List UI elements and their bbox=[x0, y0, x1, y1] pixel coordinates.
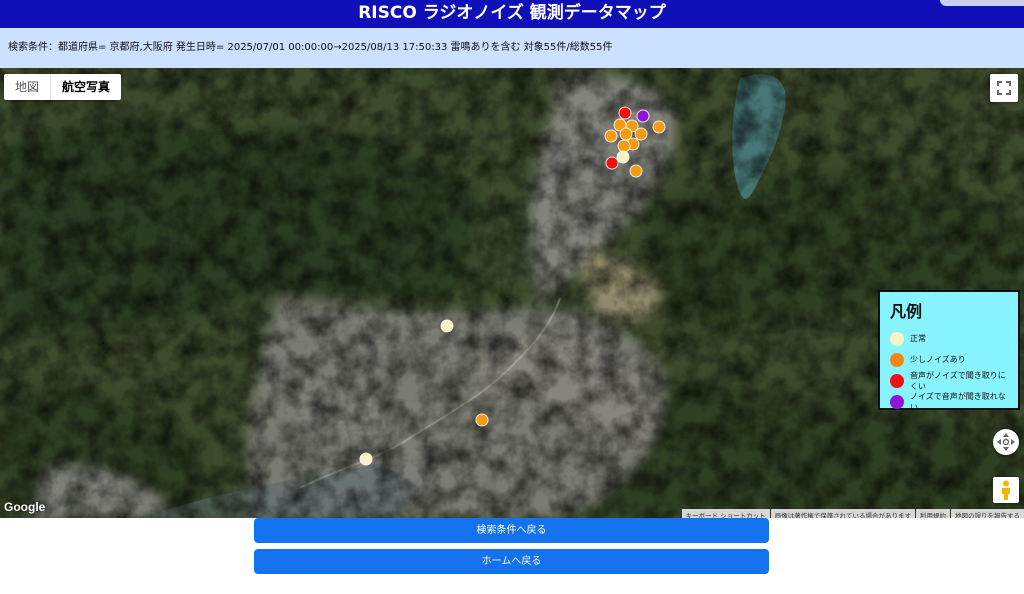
map-attribution: キーボード ショートカット 画像は著作権で保護されている場合があります 利用規約… bbox=[681, 509, 1024, 518]
back-to-home-button[interactable]: ホームへ戻る bbox=[254, 549, 769, 574]
legend-swatch-normal bbox=[890, 331, 904, 346]
legend-label: 正常 bbox=[910, 334, 926, 343]
legend-label: ノイズで音声が聞き取れない bbox=[910, 391, 1006, 412]
observation-marker[interactable] bbox=[652, 120, 666, 134]
search-conditions: 検索条件：都道府県= 京都府,大阪府 発生日時= 2025/07/01 00:0… bbox=[0, 28, 1024, 68]
back-to-search-button[interactable]: 検索条件へ戻る bbox=[254, 518, 769, 543]
observation-marker[interactable] bbox=[618, 106, 632, 120]
legend-item: 少しノイズあり bbox=[886, 349, 1012, 370]
street-view-button[interactable] bbox=[993, 477, 1019, 503]
legend-swatch-hard-to-hear bbox=[890, 373, 904, 388]
page-title: RISCO ラジオノイズ 観測データマップ bbox=[0, 0, 1024, 28]
observation-marker[interactable] bbox=[616, 150, 630, 164]
observation-marker[interactable] bbox=[629, 164, 643, 178]
fullscreen-button[interactable] bbox=[990, 74, 1018, 102]
legend: 凡例 正常 少しノイズあり 音声がノイズで聞き取りにくい ノイズで音声が聞き取れ… bbox=[878, 290, 1020, 412]
observation-marker[interactable] bbox=[359, 452, 373, 466]
legend-item: 音声がノイズで聞き取りにくい bbox=[886, 370, 1012, 391]
legend-label: 音声がノイズで聞き取りにくい bbox=[910, 370, 1006, 391]
satellite-imagery[interactable] bbox=[0, 68, 1024, 518]
map-type-map-button[interactable]: 地図 bbox=[4, 74, 50, 100]
legend-title: 凡例 bbox=[890, 302, 923, 321]
observation-marker[interactable] bbox=[617, 139, 631, 153]
report-error-link[interactable]: 地図の誤りを報告する bbox=[951, 509, 1024, 518]
camera-control-button[interactable] bbox=[993, 429, 1019, 455]
map-view[interactable]: 地図 航空写真 凡例 正常 少しノイズあり 音声がノイズで聞き取りにくい ノイズ… bbox=[0, 68, 1024, 518]
map-type-control: 地図 航空写真 bbox=[4, 74, 122, 100]
legend-item: ノイズで音声が聞き取れない bbox=[886, 391, 1012, 412]
map-type-satellite-button[interactable]: 航空写真 bbox=[50, 74, 121, 100]
observation-marker[interactable] bbox=[440, 319, 454, 333]
legend-swatch-inaudible bbox=[890, 394, 904, 409]
observation-marker[interactable] bbox=[604, 129, 618, 143]
copyright-notice: 画像は著作権で保護されている場合があります bbox=[770, 509, 915, 518]
google-logo: Google bbox=[4, 500, 46, 514]
camera-control-icon bbox=[997, 433, 1015, 451]
legend-item: 正常 bbox=[886, 328, 1012, 349]
observation-marker[interactable] bbox=[605, 156, 619, 170]
observation-marker[interactable] bbox=[475, 413, 489, 427]
title-bar-tab bbox=[940, 0, 1024, 6]
legend-swatch-slight-noise bbox=[890, 352, 904, 367]
observation-marker[interactable] bbox=[636, 109, 650, 123]
fullscreen-icon bbox=[997, 81, 1011, 95]
pegman-icon bbox=[1002, 480, 1010, 500]
legend-label: 少しノイズあり bbox=[910, 355, 966, 364]
keyboard-shortcuts-link[interactable]: キーボード ショートカット bbox=[681, 509, 770, 518]
observation-marker[interactable] bbox=[634, 127, 648, 141]
terms-link[interactable]: 利用規約 bbox=[916, 509, 950, 518]
